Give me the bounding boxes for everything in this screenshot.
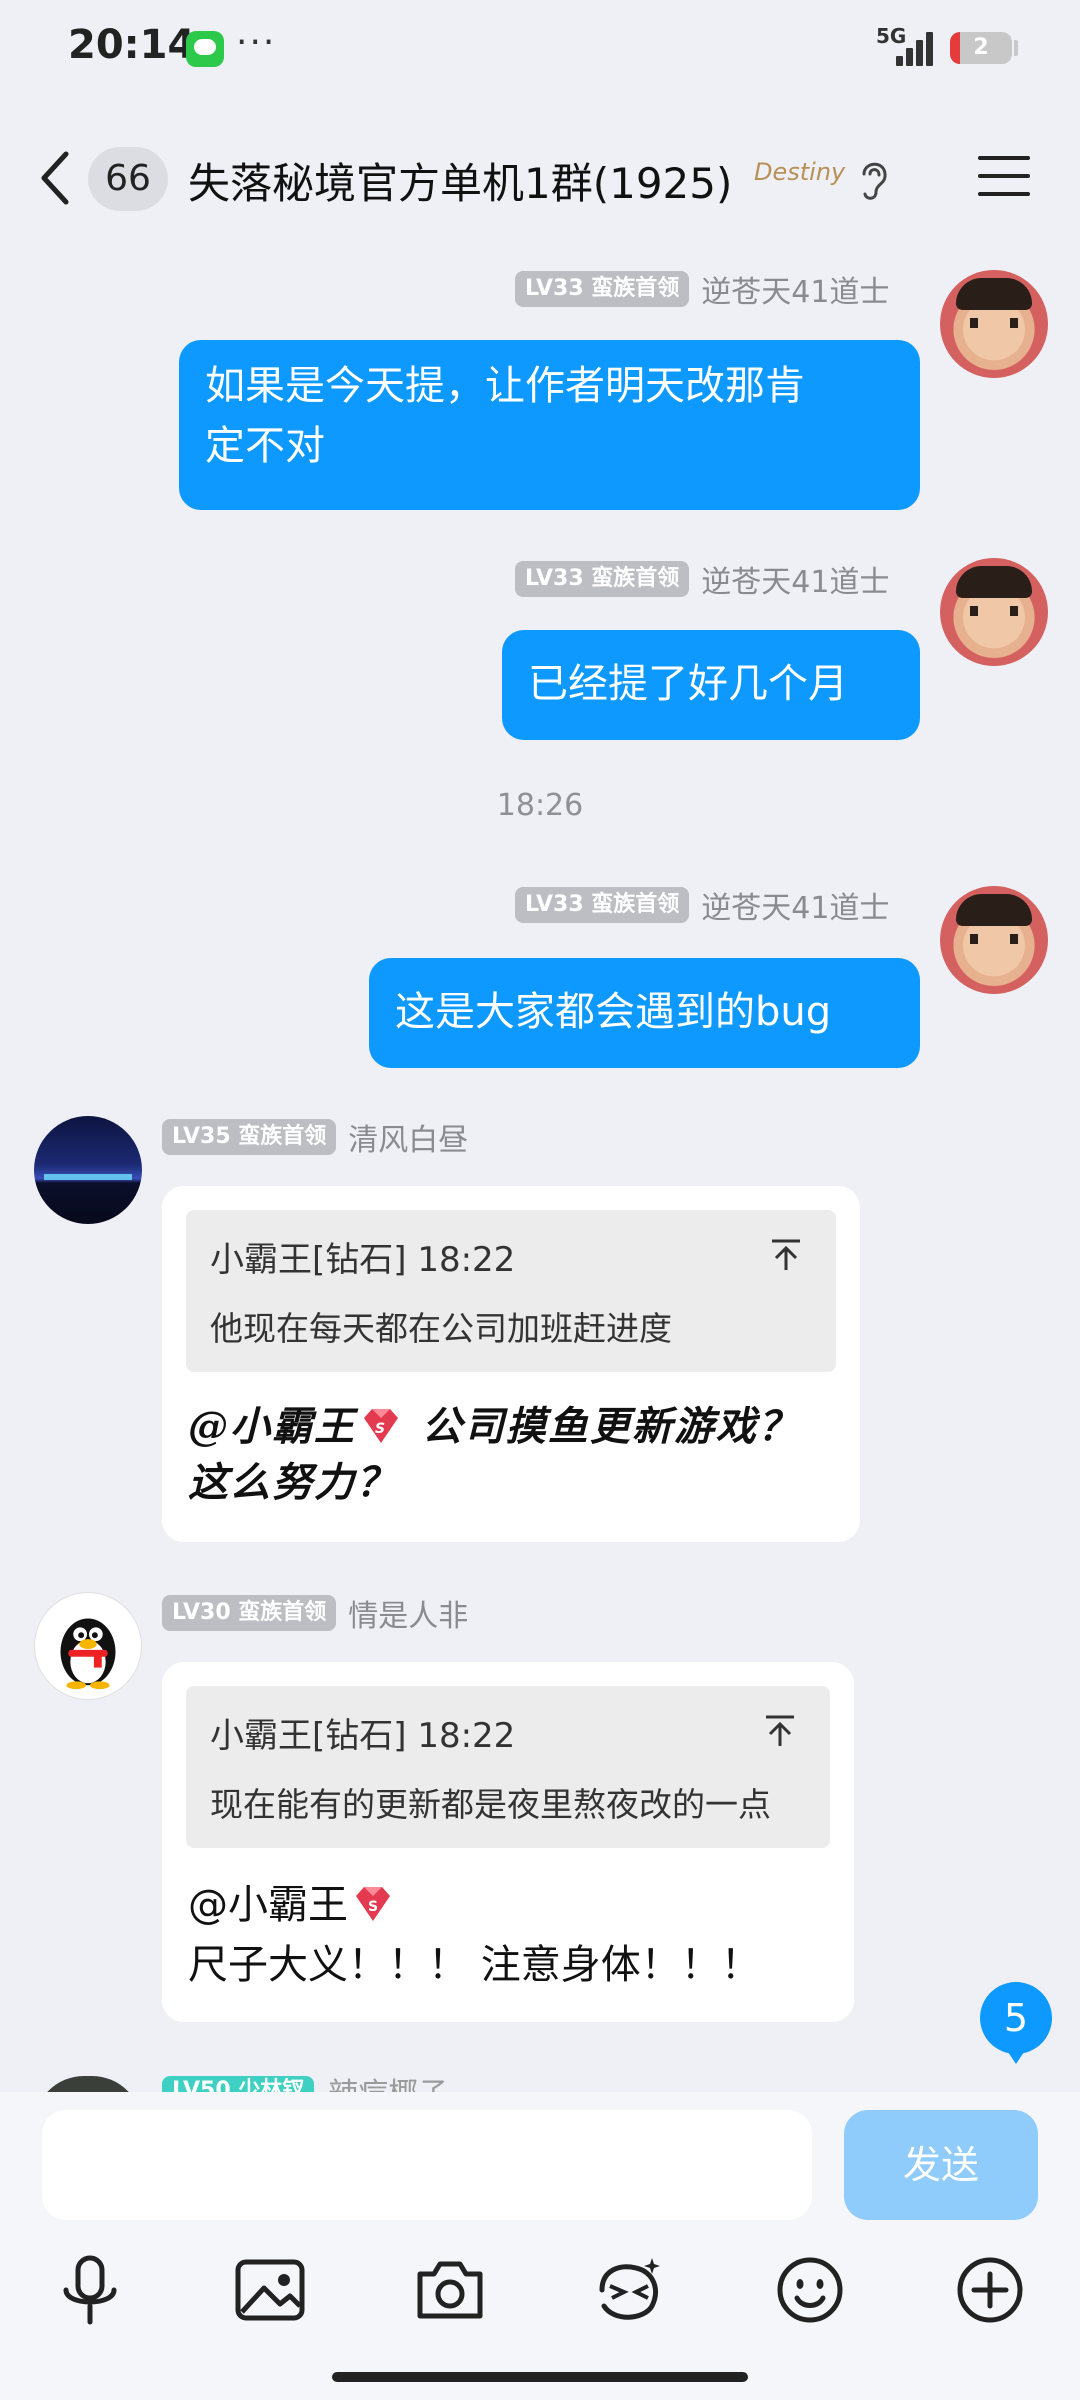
chat-header: 66 失落秘境官方单机1群(1925) Destiny — [0, 120, 1080, 240]
input-bar: 发送 — [0, 2092, 1080, 2400]
reply-line-2: 这么努力？ — [188, 1459, 398, 1506]
mention[interactable]: @小霸王 — [188, 1403, 356, 1450]
message-meta: LV33 蛮族首领 逆苍天41道士 — [515, 886, 890, 926]
sender-name: 辣痘椰子 — [328, 2069, 448, 2092]
message-input[interactable] — [42, 2110, 812, 2220]
menu-icon[interactable] — [978, 154, 1030, 198]
quote-body: 他现在每天都在公司加班赶进度 — [210, 1309, 672, 1348]
avatar[interactable] — [34, 1592, 142, 1700]
status-time: 20:14 — [68, 22, 196, 68]
message-meta: LV33 蛮族首领 逆苍天41道士 — [515, 560, 890, 600]
avatar[interactable] — [34, 2076, 142, 2092]
message-notification-icon — [186, 31, 224, 67]
group-logo: Destiny — [754, 158, 846, 186]
message-bubble[interactable]: 如果是今天提，让作者明天改那肯 定不对 — [179, 340, 920, 510]
quoted-message[interactable]: 小霸王[钻石] 18:22 他现在每天都在公司加班赶进度 — [186, 1210, 836, 1372]
signal-icon — [896, 30, 936, 66]
quote-body: 现在能有的更新都是夜里熬夜改的一点 — [210, 1785, 771, 1824]
home-indicator[interactable] — [332, 2372, 748, 2382]
message-bubble[interactable]: 已经提了好几个月 — [502, 630, 920, 740]
quote-header: 小霸王[钻石] 18:22 — [210, 1716, 516, 1756]
avatar[interactable] — [940, 886, 1048, 994]
sender-name: 逆苍天41道士 — [701, 565, 890, 600]
time-divider: 18:26 — [496, 788, 584, 823]
diamond-icon: S — [364, 1409, 398, 1443]
message-text-line: 定不对 — [205, 423, 325, 469]
level-badge: LV33 蛮族首领 — [515, 271, 690, 307]
level-badge: LV33 蛮族首领 — [515, 561, 690, 597]
message-meta: LV33 蛮族首领 逆苍天41道士 — [515, 270, 890, 310]
reply-line-2: 尺子大义！！！ 注意身体！！！ — [188, 1942, 761, 1988]
message-meta: LV30 蛮族首领 情是人非 — [162, 1594, 469, 1634]
ear-icon[interactable] — [856, 156, 892, 202]
send-button[interactable]: 发送 — [844, 2110, 1038, 2220]
battery-icon: 2 — [950, 32, 1012, 64]
sender-name: 情是人非 — [348, 1599, 469, 1634]
reply-line-1: @小霸王 S 公司摸鱼更新游戏？ — [188, 1394, 800, 1452]
battery-level: 2 — [973, 35, 989, 60]
more-notifications-icon: ··· — [236, 22, 277, 63]
svg-text:S: S — [375, 1421, 387, 1437]
level-badge: LV33 蛮族首领 — [515, 887, 690, 923]
svg-text:S: S — [368, 1899, 378, 1915]
image-icon[interactable] — [230, 2250, 310, 2330]
camera-icon[interactable] — [410, 2250, 490, 2330]
message-text: 已经提了好几个月 — [528, 661, 848, 707]
jump-to-quote-icon[interactable] — [770, 1238, 802, 1272]
qq-penguin-icon — [60, 1618, 116, 1690]
diamond-icon: S — [356, 1887, 390, 1921]
level-badge: LV35 蛮族首领 — [162, 1119, 337, 1155]
plus-icon[interactable] — [950, 2250, 1030, 2330]
mic-icon[interactable] — [50, 2250, 130, 2330]
sticker-icon[interactable] — [590, 2250, 670, 2330]
level-badge: LV30 蛮族首领 — [162, 1595, 337, 1631]
level-badge: LV50 少林钗 — [162, 2076, 315, 2092]
message-bubble[interactable]: 这是大家都会遇到的bug — [369, 958, 920, 1068]
new-messages-badge[interactable]: 5 — [980, 1982, 1052, 2064]
avatar[interactable] — [34, 1116, 142, 1224]
chat-title[interactable]: 失落秘境官方单机1群(1925) — [188, 150, 732, 211]
quote-header: 小霸王[钻石] 18:22 — [210, 1240, 516, 1280]
avatar[interactable] — [940, 270, 1048, 378]
back-icon[interactable] — [36, 148, 76, 208]
reply-text: 公司摸鱼更新游戏？ — [406, 1403, 800, 1450]
unread-count-badge[interactable]: 66 — [88, 147, 168, 211]
status-bar: 20:14 ··· 5G 2 — [0, 0, 1080, 100]
emoji-icon[interactable] — [770, 2250, 850, 2330]
message-text-line: 如果是今天提，让作者明天改那肯 — [205, 363, 805, 409]
jump-to-quote-icon[interactable] — [764, 1714, 796, 1748]
message-list[interactable]: LV33 蛮族首领 逆苍天41道士 如果是今天提，让作者明天改那肯 定不对 LV… — [0, 240, 1080, 2092]
mention[interactable]: @小霸王 — [188, 1882, 348, 1928]
sender-name: 逆苍天41道士 — [701, 275, 890, 310]
sender-name: 逆苍天41道士 — [701, 891, 890, 926]
message-meta: LV35 蛮族首领 清风白昼 — [162, 1118, 469, 1158]
sender-name: 清风白昼 — [348, 1123, 469, 1158]
message-text: 这是大家都会遇到的bug — [395, 989, 832, 1035]
message-meta: LV50 少林钗 辣痘椰子 — [162, 2076, 448, 2092]
reply-line-1: @小霸王 S — [188, 1872, 398, 1930]
quoted-message[interactable]: 小霸王[钻石] 18:22 现在能有的更新都是夜里熬夜改的一点 — [186, 1686, 830, 1848]
message-bubble[interactable]: 小霸王[钻石] 18:22 现在能有的更新都是夜里熬夜改的一点 @小霸王 S 尺子… — [162, 1662, 854, 2022]
message-bubble[interactable]: 小霸王[钻石] 18:22 他现在每天都在公司加班赶进度 @小霸王 S 公司摸鱼更… — [162, 1186, 860, 1542]
avatar[interactable] — [940, 558, 1048, 666]
